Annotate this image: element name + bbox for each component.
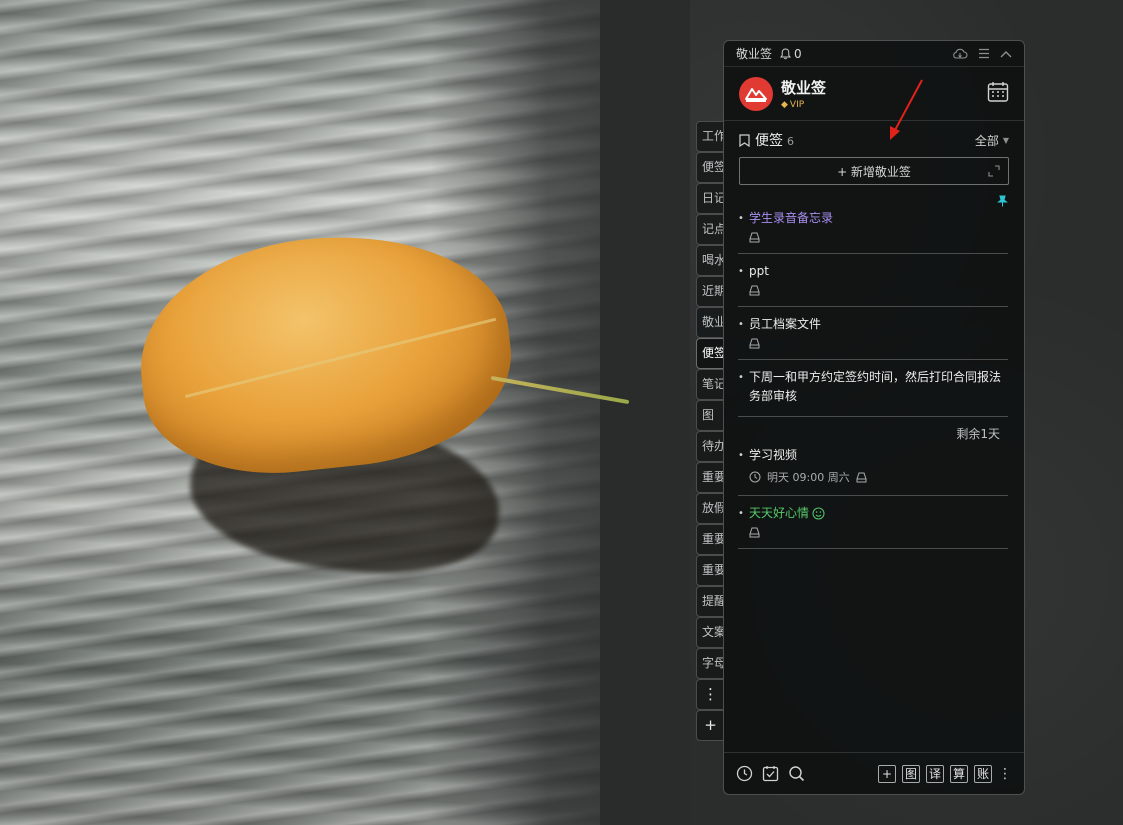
category-tab[interactable]: 记点: [696, 214, 724, 245]
bullet: •: [738, 266, 744, 277]
category-tab[interactable]: 便签: [696, 152, 724, 183]
category-tab-active[interactable]: 便签: [696, 338, 724, 369]
collapse-icon[interactable]: [1000, 50, 1012, 58]
note-meta: [749, 285, 1008, 296]
tray-icon: [749, 338, 760, 349]
bullet: •: [738, 319, 744, 330]
note-text: 学习视频: [749, 448, 798, 462]
category-tab[interactable]: 近期: [696, 276, 724, 307]
category-tab[interactable]: 笔记: [696, 369, 724, 400]
profile-header: 敬业签 ◆ VIP: [724, 67, 1024, 121]
category-tab[interactable]: 文案: [696, 617, 724, 648]
add-note-button[interactable]: + 新增敬业签: [739, 157, 1009, 185]
tray-icon: [749, 527, 760, 538]
note-item[interactable]: • 下周一和甲方约定签约时间，然后打印合同报法务部审核: [738, 360, 1008, 417]
note-meta: 明天 09:00 周六: [749, 469, 1008, 485]
note-item[interactable]: • 学生录音备忘录: [738, 195, 1008, 254]
category-tab[interactable]: 图: [696, 400, 724, 431]
notification-count: 0: [794, 46, 802, 61]
clock-icon: [749, 471, 761, 483]
reminder-time: 明天 09:00 周六: [767, 471, 850, 484]
notification-button[interactable]: 0: [780, 47, 802, 61]
note-count: 6: [787, 135, 794, 148]
smile-icon: [812, 507, 825, 520]
list-title: 便签: [755, 133, 783, 149]
category-tabs: 工作 便签 日记 记点 喝水 近期 敬业 便签 笔记 图 待办 重要 放假 重要…: [696, 121, 724, 741]
title-bar[interactable]: 敬业签 0: [724, 41, 1024, 67]
notes-widget: 敬业签 0 敬业签 ◆ VIP 便签 6 全部 ▼ + 新增敬业签 • 学生录音…: [723, 40, 1025, 795]
bullet: •: [738, 508, 744, 519]
logo-icon: [745, 87, 767, 102]
tray-icon: [749, 285, 760, 296]
bullet: •: [738, 450, 744, 461]
note-text: 下周一和甲方约定签约时间，然后打印合同报法务部审核: [749, 370, 1002, 403]
category-tab[interactable]: 日记: [696, 183, 724, 214]
caret-down-icon: ▼: [1002, 135, 1009, 145]
expand-icon[interactable]: [988, 165, 1000, 177]
category-tab[interactable]: 敬业: [696, 307, 724, 338]
more-vertical-icon[interactable]: ⋮: [998, 766, 1012, 782]
category-tab[interactable]: 提醒: [696, 586, 724, 617]
category-tab[interactable]: 工作: [696, 121, 724, 152]
bookmark-icon: [739, 133, 750, 147]
app-logo[interactable]: [739, 76, 773, 111]
plus-icon: +: [881, 766, 893, 781]
more-categories-button[interactable]: ⋮: [696, 679, 724, 710]
diamond-icon: ◆: [781, 100, 788, 110]
category-tab[interactable]: 放假: [696, 493, 724, 524]
vip-badge: ◆ VIP: [781, 100, 826, 110]
calendar-button[interactable]: [987, 81, 1009, 107]
category-tab[interactable]: 待办: [696, 431, 724, 462]
add-category-button[interactable]: +: [696, 710, 724, 741]
note-text: ppt: [749, 264, 769, 278]
more-vertical-icon: ⋮: [703, 685, 718, 703]
category-tab[interactable]: 字母: [696, 648, 724, 679]
add-tool-button[interactable]: +: [878, 764, 896, 783]
filter-dropdown[interactable]: 全部 ▼: [975, 132, 1009, 149]
history-clock-icon[interactable]: [736, 765, 753, 782]
filter-label: 全部: [974, 133, 999, 148]
bullet: •: [738, 372, 744, 383]
pin-icon[interactable]: [997, 195, 1008, 210]
translate-tool-button[interactable]: 译: [926, 764, 944, 783]
widget-footer: + 图 译 算 账 ⋮: [724, 752, 1024, 794]
cloud-sync-icon[interactable]: [952, 48, 968, 60]
note-text: 学生录音备忘录: [749, 211, 834, 225]
calculator-tool-button[interactable]: 算: [950, 764, 968, 783]
note-text: 天天好心情: [749, 506, 810, 520]
add-note-label: + 新增敬业签: [837, 164, 911, 179]
note-meta: [749, 338, 1008, 349]
plus-icon: +: [704, 716, 717, 734]
note-item[interactable]: • 天天好心情: [738, 496, 1008, 549]
calendar-icon: [987, 81, 1009, 102]
search-icon[interactable]: [788, 765, 805, 782]
note-text: 员工档案文件: [749, 317, 822, 331]
bell-icon: [780, 47, 792, 59]
note-item[interactable]: • ppt: [738, 254, 1008, 307]
notes-list: • 学生录音备忘录 • ppt • 员工档案文件 • 下周一和甲方约定签约时间，…: [724, 195, 1024, 549]
menu-icon[interactable]: [978, 48, 990, 59]
vip-label: VIP: [789, 100, 805, 110]
account-tool-button[interactable]: 账: [974, 764, 992, 783]
remaining-days-label: 剩余1天: [956, 427, 1000, 441]
checklist-icon[interactable]: [762, 765, 779, 782]
tray-icon: [856, 472, 867, 482]
app-title: 敬业签: [736, 47, 773, 61]
bullet: •: [738, 213, 744, 224]
note-meta: [749, 232, 1008, 243]
category-tab[interactable]: 重要: [696, 462, 724, 493]
category-tab[interactable]: 喝水: [696, 245, 724, 276]
note-meta: [749, 527, 1008, 538]
list-header: 便签 6 全部 ▼: [724, 123, 1024, 157]
category-tab[interactable]: 重要: [696, 555, 724, 586]
image-tool-button[interactable]: 图: [902, 764, 920, 783]
profile-name: 敬业签: [781, 79, 827, 97]
category-tab[interactable]: 重要: [696, 524, 724, 555]
tray-icon: [749, 232, 760, 243]
note-item[interactable]: • 员工档案文件: [738, 307, 1008, 360]
note-item[interactable]: • 学习视频 明天 09:00 周六: [738, 442, 1008, 496]
